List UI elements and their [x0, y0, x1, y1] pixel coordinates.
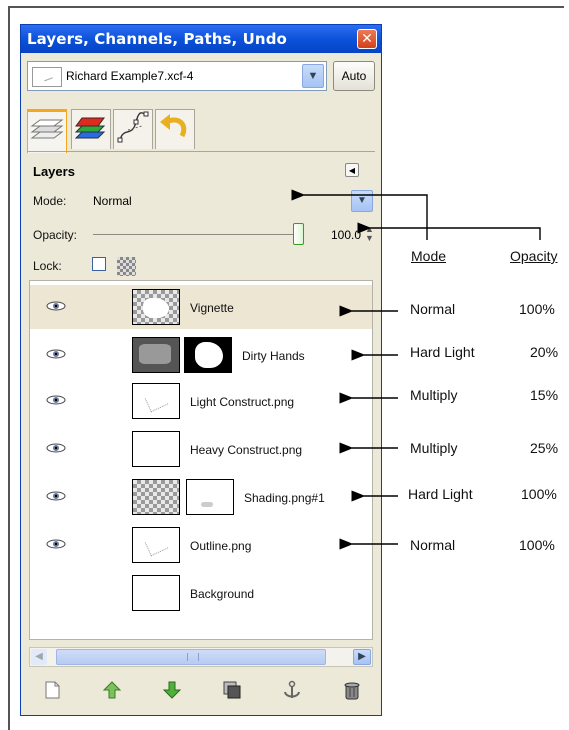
- annotation-mode: Hard Light: [408, 486, 473, 502]
- annotation-mode: Hard Light: [410, 344, 475, 360]
- annotation-arrows: [291, 189, 541, 550]
- annotation-opacity-header: Opacity: [510, 248, 558, 264]
- annotation-mode: Normal: [410, 301, 456, 317]
- annotation-mode: Multiply: [410, 440, 458, 456]
- annotation-opacity: 25%: [530, 440, 559, 456]
- annotation-opacity: 20%: [530, 344, 559, 360]
- annotation-mode: Multiply: [410, 387, 458, 403]
- annotation-opacity: 100%: [519, 301, 555, 317]
- annotation-opacity: 100%: [519, 537, 555, 553]
- annotation-opacity: 100%: [521, 486, 557, 502]
- annotation-opacity: 15%: [530, 387, 559, 403]
- annotation-mode: Normal: [410, 537, 456, 553]
- annotation-mode-header: Mode: [411, 248, 447, 264]
